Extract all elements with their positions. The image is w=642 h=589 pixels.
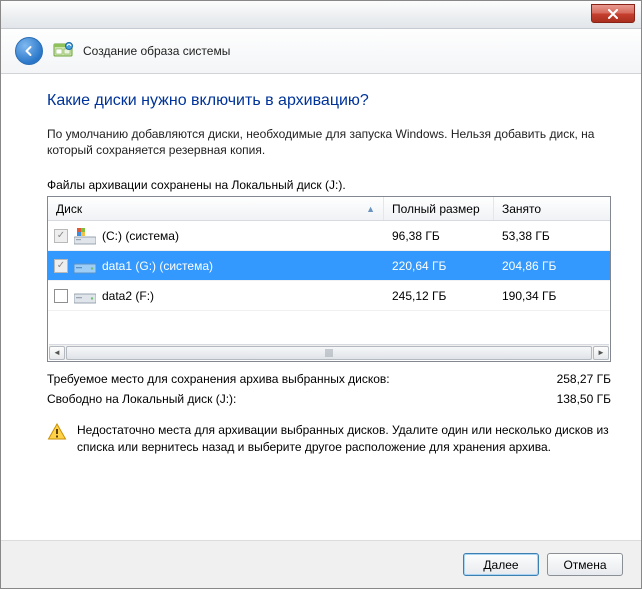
cell-size: 96,38 ГБ — [384, 229, 494, 243]
table-row[interactable]: ✓ data1 (G:) (система) 220,64 ГБ204,86 ГБ — [48, 251, 610, 281]
horizontal-scrollbar[interactable]: ◄ ► — [49, 344, 609, 360]
next-button[interactable]: Далее — [463, 553, 539, 576]
cell-used: 190,34 ГБ — [494, 289, 610, 303]
summary: Требуемое место для сохранения архива вы… — [47, 372, 611, 406]
content: Какие диски нужно включить в архивацию? … — [1, 74, 641, 455]
cell-used: 204,86 ГБ — [494, 259, 610, 273]
sort-indicator-icon: ▲ — [366, 204, 375, 214]
page-title: Какие диски нужно включить в архивацию? — [47, 92, 611, 110]
warning-text: Недостаточно места для архивации выбранн… — [77, 422, 611, 454]
column-used-label: Занято — [502, 202, 541, 216]
required-space-label: Требуемое место для сохранения архива вы… — [47, 372, 390, 386]
table-body: ✓ (C:) (система) 96,38 ГБ53,38 ГБ ✓ data1 (G… — [48, 221, 610, 311]
cell-disk: ✓ (C:) (система) — [48, 227, 384, 245]
scroll-thumb[interactable] — [66, 346, 592, 360]
include-checkbox: ✓ — [54, 259, 68, 273]
cell-disk: ✓ data1 (G:) (система) — [48, 257, 384, 275]
close-icon — [607, 9, 619, 19]
table-header: Диск ▲ Полный размер Занято — [48, 197, 610, 221]
wizard-window: Создание образа системы Какие диски нужн… — [0, 0, 642, 589]
disk-label: data2 (F:) — [102, 289, 154, 303]
app-icon — [53, 41, 73, 61]
warning: Недостаточно места для архивации выбранн… — [47, 422, 611, 454]
disk-label: data1 (G:) (система) — [102, 259, 213, 273]
warning-icon — [47, 422, 67, 442]
scroll-right-button[interactable]: ► — [593, 346, 609, 360]
column-size-label: Полный размер — [392, 202, 480, 216]
saved-location: Файлы архивации сохранены на Локальный д… — [47, 178, 611, 192]
include-checkbox: ✓ — [54, 229, 68, 243]
table-row[interactable]: ✓ (C:) (система) 96,38 ГБ53,38 ГБ — [48, 221, 610, 251]
disk-label: (C:) (система) — [102, 229, 179, 243]
header: Создание образа системы — [1, 29, 641, 74]
free-space-label: Свободно на Локальный диск (J:): — [47, 392, 236, 406]
close-button[interactable] — [591, 4, 635, 23]
cell-size: 220,64 ГБ — [384, 259, 494, 273]
column-disk-label: Диск — [56, 202, 82, 216]
footer: Далее Отмена — [1, 540, 641, 588]
column-size[interactable]: Полный размер — [384, 197, 494, 220]
scroll-left-button[interactable]: ◄ — [49, 346, 65, 360]
hard-drive-icon — [74, 257, 96, 275]
header-title: Создание образа системы — [83, 44, 230, 58]
cell-size: 245,12 ГБ — [384, 289, 494, 303]
free-space-value: 138,50 ГБ — [557, 392, 611, 406]
arrow-left-icon — [22, 44, 36, 58]
windows-drive-icon — [74, 227, 96, 245]
include-checkbox[interactable] — [54, 289, 68, 303]
column-disk[interactable]: Диск ▲ — [48, 197, 384, 220]
required-space-value: 258,27 ГБ — [557, 372, 611, 386]
disk-table: Диск ▲ Полный размер Занято ✓ (C:) (систе… — [47, 196, 611, 362]
cell-used: 53,38 ГБ — [494, 229, 610, 243]
titlebar — [1, 1, 641, 29]
table-row[interactable]: data2 (F:) 245,12 ГБ190,34 ГБ — [48, 281, 610, 311]
cancel-button[interactable]: Отмена — [547, 553, 623, 576]
scroll-track[interactable] — [66, 346, 592, 360]
column-used[interactable]: Занято — [494, 197, 610, 220]
cell-disk: data2 (F:) — [48, 287, 384, 305]
description: По умолчанию добавляются диски, необходи… — [47, 126, 611, 158]
hard-drive-icon — [74, 287, 96, 305]
back-button[interactable] — [15, 37, 43, 65]
